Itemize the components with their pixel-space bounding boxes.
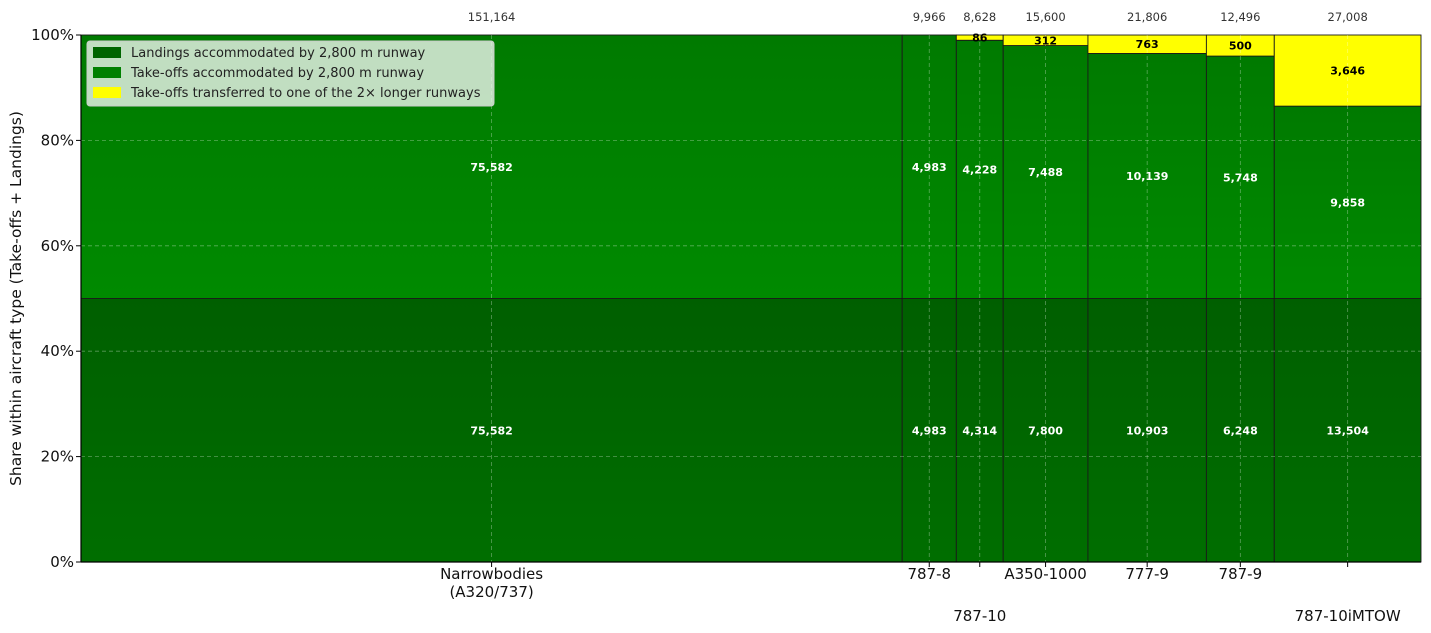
category-label: 787-10iMTOW <box>1295 607 1401 625</box>
total-label: 27,008 <box>1328 10 1368 24</box>
total-label: 151,164 <box>468 10 516 24</box>
legend-swatch <box>93 47 121 58</box>
category-label: 777-9 <box>1125 565 1169 583</box>
y-axis-title: Share within aircraft type (Take-offs + … <box>7 111 25 486</box>
data-label: 4,228 <box>962 163 997 176</box>
y-tick-label: 20% <box>41 448 74 466</box>
category-label: A350-1000 <box>1004 565 1086 583</box>
legend-item-label: Take-offs accommodated by 2,800 m runway <box>130 66 424 81</box>
total-label: 9,966 <box>913 10 946 24</box>
data-label: 500 <box>1229 40 1252 53</box>
data-label: 13,504 <box>1326 424 1369 437</box>
y-tick-label: 0% <box>50 553 74 571</box>
total-label: 15,600 <box>1025 10 1065 24</box>
data-label: 6,248 <box>1223 424 1258 437</box>
legend-item-label: Take-offs transferred to one of the 2× l… <box>130 86 481 101</box>
data-label: 7,488 <box>1028 166 1063 179</box>
data-label: 10,903 <box>1126 424 1168 437</box>
category-label: Narrowbodies <box>440 565 543 583</box>
legend-swatch <box>93 87 121 98</box>
category-label: 787-9 <box>1219 565 1263 583</box>
data-label: 4,983 <box>912 424 947 437</box>
data-label: 10,139 <box>1126 170 1168 183</box>
legend-item-label: Landings accommodated by 2,800 m runway <box>131 46 426 61</box>
data-label: 3,646 <box>1330 65 1365 78</box>
chart-container: 75,582 75,582 151,164 4,983 4,983 9,966 4,314 4… <box>0 0 1431 633</box>
data-label: 5,748 <box>1223 171 1258 184</box>
data-label: 312 <box>1034 34 1057 47</box>
total-label: 8,628 <box>963 10 996 24</box>
data-label: 9,858 <box>1330 196 1365 209</box>
data-label: 7,800 <box>1028 424 1063 437</box>
total-label: 12,496 <box>1220 10 1260 24</box>
data-label: 4,983 <box>912 161 947 174</box>
data-label: 763 <box>1136 38 1159 51</box>
category-label: (A320/737) <box>449 583 533 601</box>
legend: Landings accommodated by 2,800 m runway T… <box>86 40 495 107</box>
total-label: 21,806 <box>1127 10 1167 24</box>
data-label: 4,314 <box>962 424 997 437</box>
data-label: 75,582 <box>470 424 512 437</box>
category-label: 787-10 <box>953 607 1006 625</box>
legend-swatch <box>93 67 121 78</box>
marimekko-chart: 75,582 75,582 151,164 4,983 4,983 9,966 4,314 4… <box>7 10 1422 625</box>
plot-area <box>80 34 1422 563</box>
data-label: 75,582 <box>470 161 512 174</box>
y-tick-label: 80% <box>41 131 74 149</box>
category-label: 787-8 <box>907 565 951 583</box>
data-label: 86 <box>972 32 988 45</box>
y-tick-label: 100% <box>31 26 74 44</box>
y-tick-label: 40% <box>41 342 74 360</box>
y-tick-label: 60% <box>41 237 74 255</box>
